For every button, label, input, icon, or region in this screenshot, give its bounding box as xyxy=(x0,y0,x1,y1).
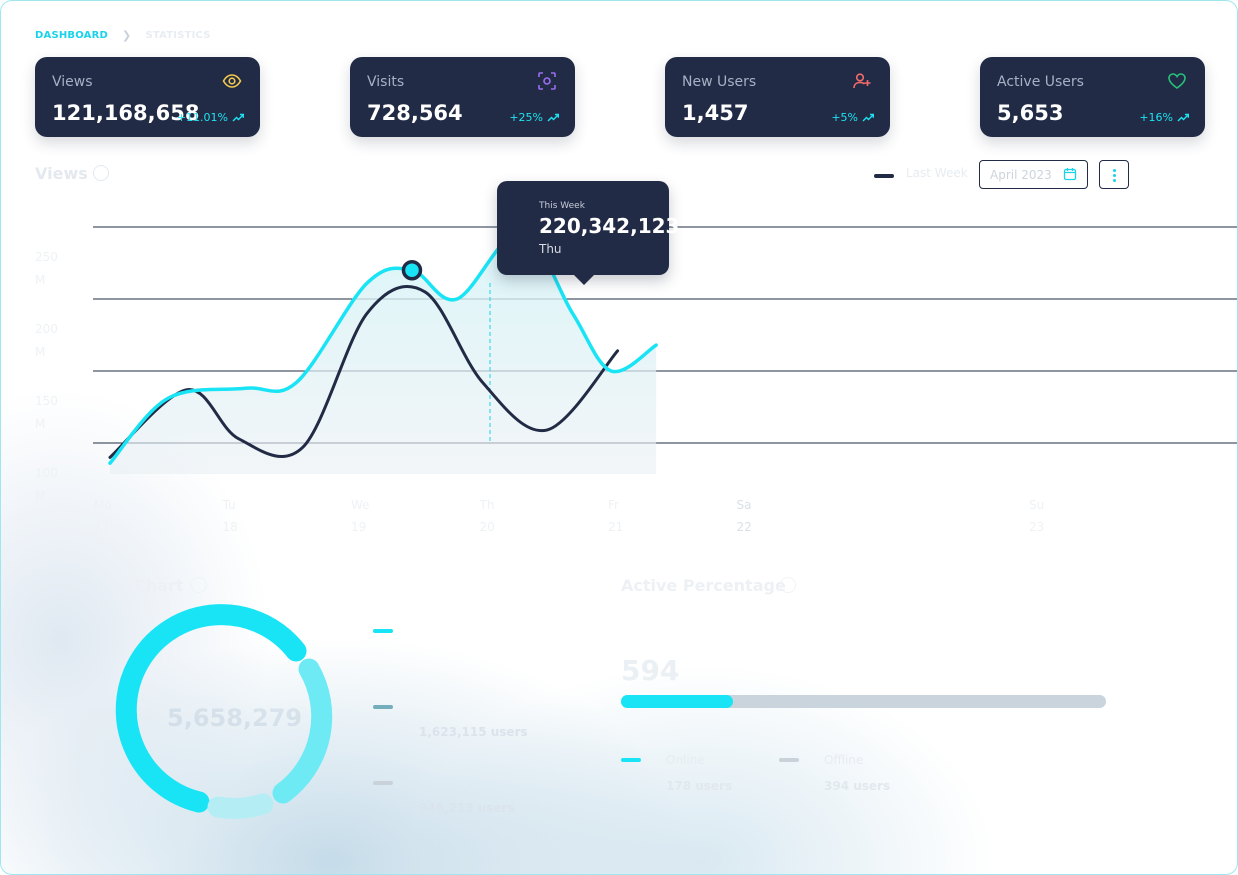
donut-legend-swatch xyxy=(373,705,393,709)
tooltip-label: This Week xyxy=(539,201,585,211)
y-tick-label: M xyxy=(35,273,45,287)
y-tick-label: 200 xyxy=(35,322,58,336)
x-tick-label: 22 xyxy=(737,520,752,534)
x-tick-label: Mo xyxy=(94,498,112,512)
y-tick-label: 250 xyxy=(35,250,58,264)
info-icon[interactable] xyxy=(780,577,796,593)
x-tick-label: Fr xyxy=(608,498,619,512)
online-count: 178 users xyxy=(666,779,733,793)
offline-count: 394 users xyxy=(824,779,891,793)
active-progress-bar xyxy=(621,695,1106,708)
donut-segment-tertiary xyxy=(207,793,274,819)
y-tick-label: 100 xyxy=(35,466,58,480)
donut-legend-value: 1,623,115 users xyxy=(419,725,528,739)
active-percentage-value: 594 xyxy=(621,654,680,687)
chart-tooltip: This Week 220,342,123 Thu xyxy=(497,181,679,285)
active-percentage-title: Active Percentage xyxy=(621,576,786,595)
tooltip-value: 220,342,123 xyxy=(539,214,680,238)
donut-legend-value: 946,213 users xyxy=(419,801,515,815)
y-tick-label: 150 xyxy=(35,394,58,408)
x-tick-label: Su xyxy=(1029,498,1044,512)
offline-label: Offline xyxy=(824,753,864,767)
dashboard-frame: DASHBOARD ❯ STATISTICS Views 121,168,658… xyxy=(0,0,1238,875)
highlight-point[interactable] xyxy=(401,259,423,281)
x-tick-label: 19 xyxy=(351,520,366,534)
chart-section-title: Chart xyxy=(134,576,184,595)
views-line-chart: 250 M 200 M 150 M 100 M Mo 17 Tu 18 We 19 Th 20 Fr 21 Sa 2… xyxy=(35,226,1237,819)
x-tick-label: Th xyxy=(479,498,495,512)
x-tick-label: 21 xyxy=(608,520,623,534)
x-tick-label: 17 xyxy=(94,520,109,534)
donut-legend-swatch xyxy=(373,781,393,785)
y-tick-label: M xyxy=(35,417,45,431)
donut-center-value: 5,658,279 xyxy=(167,704,303,732)
x-tick-label: We xyxy=(351,498,370,512)
online-swatch xyxy=(621,758,641,762)
x-tick-label: Tu xyxy=(222,498,236,512)
x-tick-label: 18 xyxy=(223,520,238,534)
y-axis-ticks: 250 M 200 M 150 M 100 M xyxy=(35,250,58,503)
y-tick-label: M xyxy=(35,489,45,503)
x-tick-label: 20 xyxy=(480,520,495,534)
tooltip-day: Thu xyxy=(539,242,562,256)
offline-swatch xyxy=(779,758,799,762)
x-tick-label: Sa xyxy=(737,498,752,512)
x-tick-label: 23 xyxy=(1029,520,1044,534)
online-label: Online xyxy=(666,753,705,767)
donut-legend-swatch xyxy=(373,629,393,633)
y-tick-label: M xyxy=(35,345,45,359)
active-progress-fill xyxy=(621,695,733,708)
x-axis-ticks: Mo 17 Tu 18 We 19 Th 20 Fr 21 Sa 22 Su 23 xyxy=(94,498,1044,534)
info-icon[interactable] xyxy=(191,577,207,593)
